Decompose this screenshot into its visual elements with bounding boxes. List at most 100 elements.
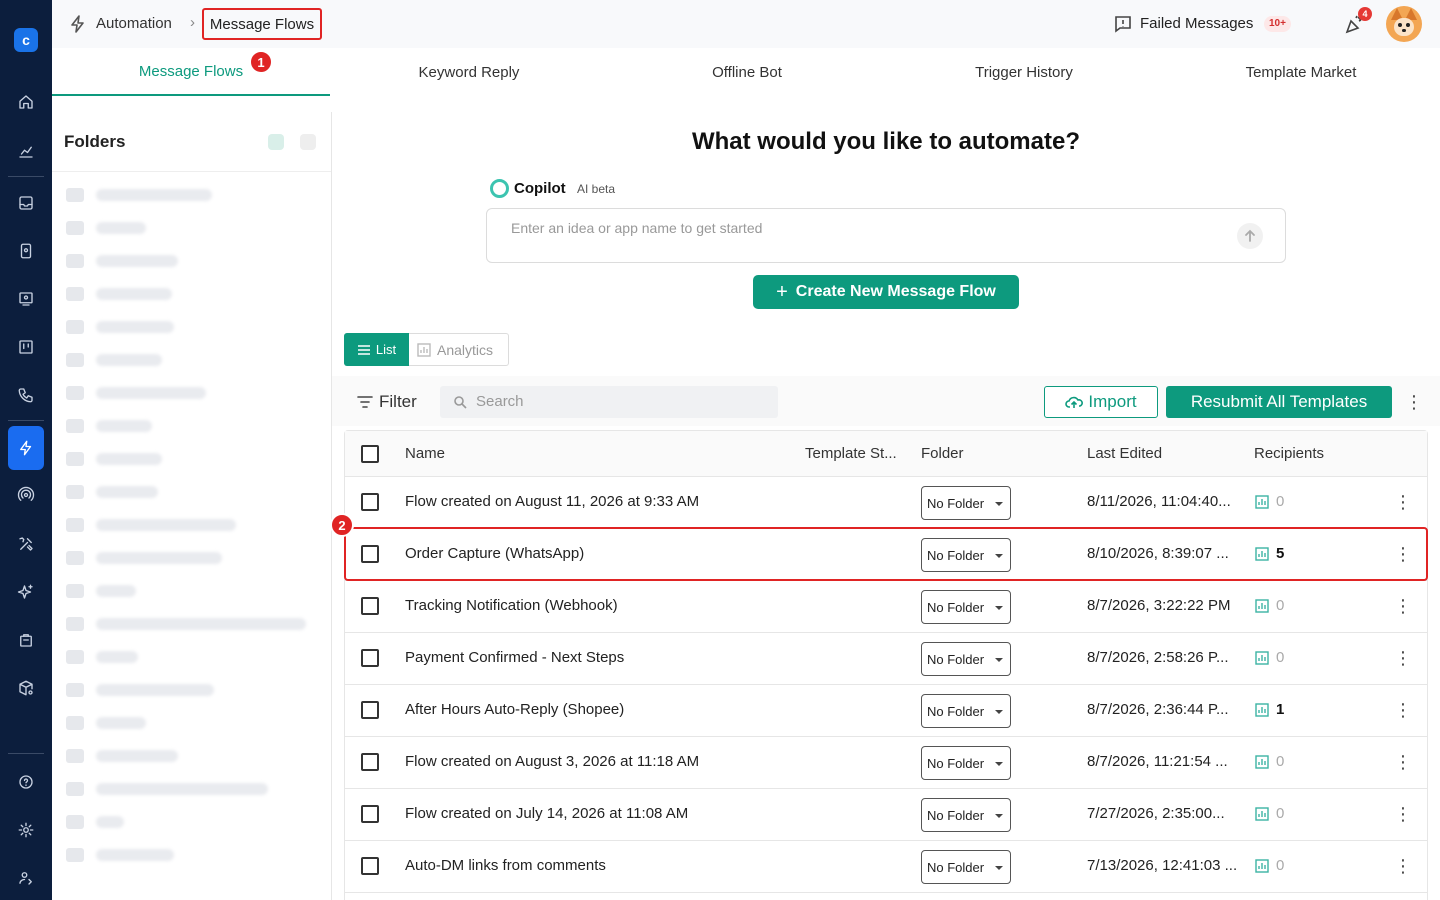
import-button[interactable]: Import xyxy=(1044,386,1158,418)
table-row[interactable]: After Hours Auto-Reply (Shopee) No Folder… xyxy=(345,685,1427,737)
flow-name[interactable]: Tracking Notification (Webhook) xyxy=(405,597,618,614)
app-logo[interactable]: c xyxy=(14,28,38,52)
table-row[interactable]: Flow created on July 14, 2026 at 11:08 A… xyxy=(345,789,1427,841)
column-name[interactable]: Name xyxy=(405,445,445,462)
tab-offline-bot[interactable]: Offline Bot xyxy=(608,48,886,96)
recipients-chart-icon[interactable] xyxy=(1255,651,1269,665)
folder-select[interactable]: No Folder xyxy=(921,590,1011,624)
recipients-chart-icon[interactable] xyxy=(1255,703,1269,717)
tab-message-flows[interactable]: Message Flows xyxy=(52,48,330,96)
flow-name[interactable]: Payment Confirmed - Next Steps xyxy=(405,649,624,666)
filter-icon[interactable] xyxy=(357,395,373,409)
folder-item[interactable] xyxy=(66,673,316,706)
row-more-icon[interactable]: ⋮ xyxy=(1393,648,1413,668)
column-folder[interactable]: Folder xyxy=(921,445,964,462)
row-checkbox[interactable] xyxy=(361,493,379,511)
column-recipients[interactable]: Recipients xyxy=(1254,445,1324,462)
analytics-icon[interactable] xyxy=(14,139,38,163)
folder-select[interactable]: No Folder xyxy=(921,850,1011,884)
sparkle-icon[interactable] xyxy=(14,580,38,604)
folder-item[interactable] xyxy=(66,706,316,739)
folder-item[interactable] xyxy=(66,772,316,805)
folder-item[interactable] xyxy=(66,211,316,244)
send-arrow-icon[interactable] xyxy=(1237,223,1263,249)
tab-template-market[interactable]: Template Market xyxy=(1162,48,1440,96)
automation-icon[interactable] xyxy=(8,426,44,470)
folder-item[interactable] xyxy=(66,640,316,673)
folder-item[interactable] xyxy=(66,244,316,277)
flow-name[interactable]: Order Capture (WhatsApp) xyxy=(405,545,584,562)
folder-item[interactable] xyxy=(66,409,316,442)
table-row[interactable]: Tracking Notification (Webhook) No Folder… xyxy=(345,581,1427,633)
signal-icon[interactable] xyxy=(14,483,38,507)
flow-name[interactable]: Flow created on August 3, 2026 at 11:18 … xyxy=(405,753,699,770)
row-more-icon[interactable]: ⋮ xyxy=(1393,700,1413,720)
phone-icon[interactable] xyxy=(14,383,38,407)
folder-item[interactable] xyxy=(66,343,316,376)
list-view-button[interactable]: List xyxy=(344,333,409,366)
tab-keyword-reply[interactable]: Keyword Reply xyxy=(330,48,608,96)
create-message-flow-button[interactable]: + Create New Message Flow xyxy=(753,275,1019,309)
row-more-icon[interactable]: ⋮ xyxy=(1393,804,1413,824)
folder-item[interactable] xyxy=(66,475,316,508)
folder-select[interactable]: No Folder xyxy=(921,642,1011,676)
table-row[interactable]: Auto-DM links from comments No Folder 7/13… xyxy=(345,841,1427,893)
avatar[interactable] xyxy=(1386,6,1422,42)
contacts-icon[interactable] xyxy=(14,239,38,263)
row-checkbox[interactable] xyxy=(361,753,379,771)
folder-item[interactable] xyxy=(66,541,316,574)
tools-icon[interactable] xyxy=(14,532,38,556)
copilot-prompt-input[interactable]: Enter an idea or app name to get started xyxy=(486,208,1286,263)
table-row[interactable]: Flow created on August 11, 2026 at 9:33 … xyxy=(345,477,1427,529)
flow-name[interactable]: Flow created on August 11, 2026 at 9:33 … xyxy=(405,493,699,510)
folder-item[interactable] xyxy=(66,607,316,640)
column-template-status[interactable]: Template St... xyxy=(805,445,897,462)
row-checkbox[interactable] xyxy=(361,545,379,563)
folder-item[interactable] xyxy=(66,376,316,409)
row-checkbox[interactable] xyxy=(361,805,379,823)
row-more-icon[interactable]: ⋮ xyxy=(1393,596,1413,616)
message-alert-icon[interactable] xyxy=(1114,15,1132,33)
table-row[interactable]: Order Capture (WhatsApp) No Folder 8/10/20… xyxy=(345,529,1427,581)
recipients-chart-icon[interactable] xyxy=(1255,859,1269,873)
row-more-icon[interactable]: ⋮ xyxy=(1393,856,1413,876)
recipients-chart-icon[interactable] xyxy=(1255,599,1269,613)
analytics-view-button[interactable]: Analytics xyxy=(417,334,509,365)
recipients-chart-icon[interactable] xyxy=(1255,755,1269,769)
folder-item[interactable] xyxy=(66,310,316,343)
folder-item[interactable] xyxy=(66,838,316,871)
resubmit-all-templates-button[interactable]: Resubmit All Templates xyxy=(1166,386,1392,418)
row-more-icon[interactable]: ⋮ xyxy=(1393,752,1413,772)
breadcrumb-automation[interactable]: Automation xyxy=(96,15,172,32)
inbox-icon[interactable] xyxy=(14,191,38,215)
folder-item[interactable] xyxy=(66,277,316,310)
add-folder-button[interactable] xyxy=(268,134,284,150)
tab-trigger-history[interactable]: Trigger History xyxy=(885,48,1163,96)
recipients-chart-icon[interactable] xyxy=(1255,495,1269,509)
folder-item[interactable] xyxy=(66,178,316,211)
home-icon[interactable] xyxy=(14,90,38,114)
search-input[interactable]: Search xyxy=(440,386,778,418)
row-more-icon[interactable]: ⋮ xyxy=(1393,492,1413,512)
shop-icon[interactable] xyxy=(14,628,38,652)
more-options-icon[interactable]: ⋮ xyxy=(1404,392,1424,412)
row-checkbox[interactable] xyxy=(361,649,379,667)
flow-name[interactable]: After Hours Auto-Reply (Shopee) xyxy=(405,701,624,718)
board-icon[interactable] xyxy=(14,335,38,359)
flow-name[interactable]: Auto-DM links from comments xyxy=(405,857,606,874)
folder-select[interactable]: No Folder xyxy=(921,798,1011,832)
row-more-icon[interactable]: ⋮ xyxy=(1393,544,1413,564)
table-row[interactable]: Payment Confirmed - Next Steps No Folder 8… xyxy=(345,633,1427,685)
folder-select[interactable]: No Folder xyxy=(921,694,1011,728)
row-checkbox[interactable] xyxy=(361,597,379,615)
table-row[interactable]: Flow created on August 3, 2026 at 11:18 … xyxy=(345,737,1427,789)
recipients-chart-icon[interactable] xyxy=(1255,547,1269,561)
user-settings-icon[interactable] xyxy=(14,866,38,890)
folder-item[interactable] xyxy=(66,574,316,607)
recipients-chart-icon[interactable] xyxy=(1255,807,1269,821)
filter-button[interactable]: Filter xyxy=(379,392,417,412)
folder-options-button[interactable] xyxy=(300,134,316,150)
folder-select[interactable]: No Folder xyxy=(921,538,1011,572)
flow-name[interactable]: Flow created on July 14, 2026 at 11:08 A… xyxy=(405,805,688,822)
folder-select[interactable]: No Folder xyxy=(921,486,1011,520)
